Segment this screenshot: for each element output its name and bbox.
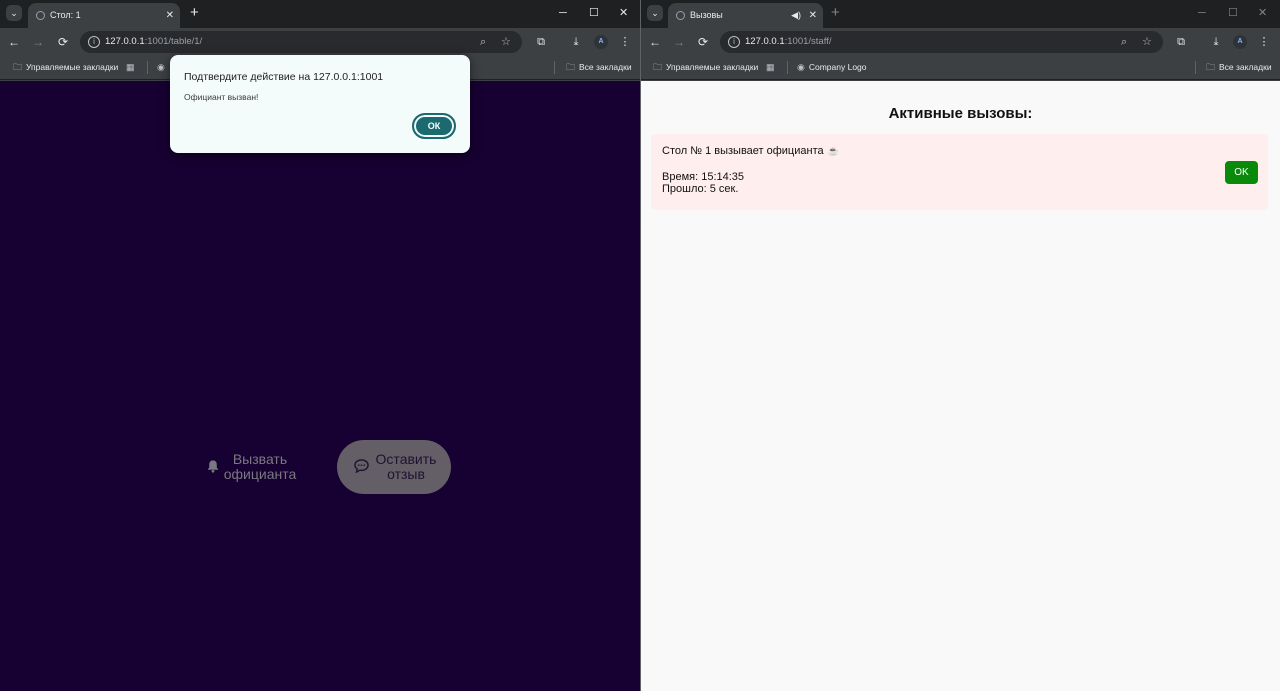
browser-window-left: ⌄ Стол: 1 ✕ + ─ ☐ ✕ ← → ⟳ i 127.0.0.1:10… [0, 0, 640, 691]
url-host: 127.0.0.1 [105, 36, 145, 47]
site-info-icon[interactable]: i [88, 36, 100, 48]
dialog-title: Подтвердите действие на 127.0.0.1:1001 [184, 71, 384, 83]
folder-icon: 🗀 [13, 62, 23, 72]
url-path: :1001/staff/ [784, 36, 832, 47]
tab-calls[interactable]: Вызовы ◀) ✕ [668, 3, 823, 28]
tab-close-icon[interactable]: ✕ [166, 3, 174, 28]
bell-icon [207, 460, 219, 473]
chat-bubble-icon [354, 459, 369, 473]
reload-button[interactable]: ⟳ [695, 34, 711, 50]
extensions-icon[interactable]: ⧉ [533, 34, 549, 50]
staff-page: Активные вызовы: Стол № 1 вызывает офици… [641, 81, 1280, 691]
tab-strip: ⌄ Стол: 1 ✕ + ─ ☐ ✕ [0, 0, 640, 28]
menu-kebab-icon[interactable]: ⋮ [617, 34, 633, 50]
folder-icon: 🗀 [566, 62, 576, 72]
tab-title: Стол: 1 [50, 10, 81, 20]
speaker-icon[interactable]: ◀) [791, 3, 801, 28]
minimize-button[interactable]: ─ [1198, 3, 1206, 23]
call-text: Стол № 1 вызывает официанта [662, 145, 824, 157]
back-button[interactable]: ← [647, 34, 663, 50]
close-window-button[interactable]: ✕ [619, 3, 628, 23]
profile-avatar[interactable]: A [594, 35, 608, 49]
page-title: Активные вызовы: [888, 105, 1033, 122]
apps-icon[interactable]: ▦ [766, 56, 779, 78]
bookmark-separator [554, 61, 555, 74]
call-waiter-button[interactable]: Вызвать официанта [200, 449, 304, 489]
minimize-button[interactable]: ─ [559, 3, 567, 23]
new-tab-button[interactable]: + [190, 3, 199, 23]
tab-search-button[interactable]: ⌄ [6, 5, 22, 21]
url-path: :1001/table/1/ [144, 36, 203, 47]
call-time: Время: 15:14:35 [662, 171, 745, 183]
call-elapsed: Прошло: 5 сек. [662, 183, 739, 195]
globe-icon [676, 11, 685, 20]
bookmark-all[interactable]: 🗀 Все закладки [566, 56, 632, 78]
call-text-line: Стол № 1 вызывает официанта ☕ [662, 145, 839, 157]
bookmark-separator [787, 61, 788, 74]
bookmark-all[interactable]: 🗀 Все закладки [1206, 56, 1272, 78]
zoom-icon[interactable]: ⌕ [480, 31, 486, 53]
confirm-dialog: Подтвердите действие на 127.0.0.1:1001 О… [170, 55, 470, 153]
folder-icon: 🗀 [1206, 62, 1216, 72]
dialog-ok-button[interactable]: ОК [412, 113, 456, 139]
globe-bookmark-icon[interactable]: ◉ [157, 56, 169, 78]
tab-table-1[interactable]: Стол: 1 ✕ [28, 3, 180, 28]
back-button[interactable]: ← [6, 34, 22, 50]
new-tab-button[interactable]: + [831, 3, 840, 23]
site-info-icon[interactable]: i [728, 36, 740, 48]
profile-avatar[interactable]: A [1233, 35, 1247, 49]
table-page: Вызвать официанта Оставить отзыв [0, 81, 640, 691]
reload-button[interactable]: ⟳ [55, 34, 71, 50]
url-host: 127.0.0.1 [745, 36, 785, 47]
download-icon[interactable]: ⤓ [568, 34, 584, 50]
maximize-button[interactable]: ☐ [589, 3, 599, 23]
bookmark-managed[interactable]: 🗀 Управляемые закладки [653, 56, 758, 78]
forward-button[interactable]: → [671, 34, 687, 50]
toolbar: ← → ⟳ i 127.0.0.1:1001/staff/ ⌕ ☆ ⧉ ⤓ A … [641, 28, 1280, 56]
coffee-icon: ☕ [827, 146, 839, 156]
extensions-icon[interactable]: ⧉ [1173, 34, 1189, 50]
folder-icon: 🗀 [653, 62, 663, 72]
bookmark-managed[interactable]: 🗀 Управляемые закладки [13, 56, 118, 78]
maximize-button[interactable]: ☐ [1228, 3, 1238, 23]
bookmark-separator [147, 61, 148, 74]
leave-review-label: Оставить отзыв [375, 451, 437, 482]
address-bar[interactable]: i 127.0.0.1:1001/table/1/ ⌕ ☆ [80, 31, 522, 53]
globe-icon [36, 11, 45, 20]
call-card: Стол № 1 вызывает официанта ☕ Время: 15:1… [651, 134, 1268, 210]
menu-kebab-icon[interactable]: ⋮ [1256, 34, 1272, 50]
address-bar[interactable]: i 127.0.0.1:1001/staff/ ⌕ ☆ [720, 31, 1163, 53]
tab-close-icon[interactable]: ✕ [809, 3, 817, 28]
bookmark-company-logo[interactable]: ◉ Company Logo [797, 56, 867, 78]
dialog-message: Официант вызван! [184, 92, 259, 102]
bookmark-star-icon[interactable]: ☆ [1142, 31, 1152, 53]
tab-strip: ⌄ Вызовы ◀) ✕ + ─ ☐ ✕ [641, 0, 1280, 28]
globe-icon: ◉ [797, 62, 805, 72]
tab-search-button[interactable]: ⌄ [647, 5, 663, 21]
tab-title: Вызовы [690, 10, 723, 20]
apps-icon[interactable]: ▦ [126, 56, 139, 78]
toolbar: ← → ⟳ i 127.0.0.1:1001/table/1/ ⌕ ☆ ⧉ ⤓ … [0, 28, 640, 56]
download-icon[interactable]: ⤓ [1208, 34, 1224, 50]
call-waiter-label: Вызвать официанта [223, 451, 297, 482]
leave-review-button[interactable]: Оставить отзыв [337, 440, 451, 494]
bookmarks-bar: 🗀 Управляемые закладки ▦ ◉ Company Logo 🗀 В… [641, 56, 1280, 80]
zoom-icon[interactable]: ⌕ [1121, 31, 1127, 53]
forward-button[interactable]: → [30, 34, 46, 50]
bookmark-star-icon[interactable]: ☆ [501, 31, 511, 53]
bookmark-separator [1195, 61, 1196, 74]
acknowledge-call-button[interactable]: OK [1225, 161, 1258, 184]
close-window-button[interactable]: ✕ [1258, 3, 1267, 23]
browser-window-right: ⌄ Вызовы ◀) ✕ + ─ ☐ ✕ ← → ⟳ i 127.0.0.1:… [641, 0, 1280, 691]
